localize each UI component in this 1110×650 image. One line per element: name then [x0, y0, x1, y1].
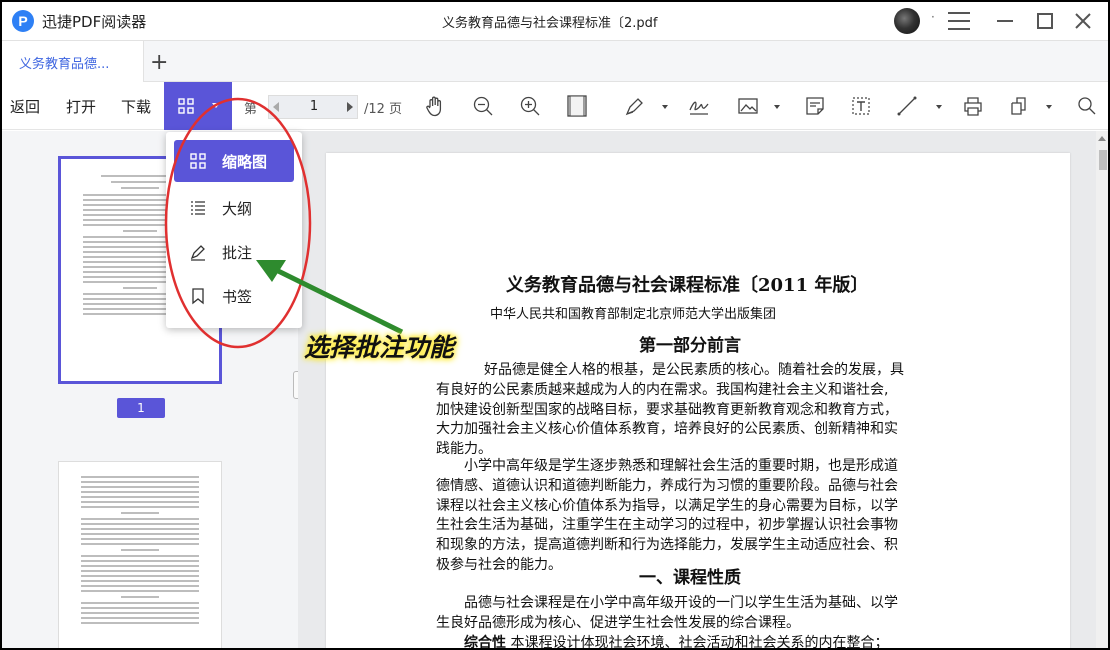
title-bar: P 迅捷PDF阅读器 义务教育品德与社会课程标准〔2.pdf ·	[2, 2, 1108, 40]
chevron-down-icon[interactable]	[774, 105, 780, 109]
text-line: 综合性 本课程设计体现社会环境、社会活动和社会关系的内在整合；	[436, 634, 898, 648]
document-viewport[interactable]: 义务教育品德与社会课程标准〔2011 年版〕 中华人民共和国教育部制定北京师范大…	[298, 131, 1108, 648]
app-name: 迅捷PDF阅读器	[42, 13, 147, 31]
menu-hamburger-icon[interactable]	[942, 6, 976, 36]
print-icon[interactable]	[962, 95, 984, 117]
note-icon[interactable]	[804, 95, 826, 117]
menu-item-thumbnails[interactable]: 缩略图	[174, 140, 294, 182]
page-number-badge: 1	[117, 398, 165, 418]
thumbnail-preview	[81, 476, 199, 627]
hand-tool-icon[interactable]	[424, 95, 446, 117]
pdf-reader-window: P 迅捷PDF阅读器 义务教育品德与社会课程标准〔2.pdf · 义务教育品德.…	[2, 2, 1108, 648]
scroll-up-icon[interactable]	[1098, 136, 1106, 141]
close-icon[interactable]	[1066, 6, 1100, 36]
thumbnail-grid-icon	[190, 153, 206, 169]
line-tool-icon[interactable]	[896, 95, 918, 117]
pen-annotate-icon	[190, 245, 205, 261]
page-number-input[interactable]: 1	[285, 96, 343, 118]
view-mode-button[interactable]	[164, 82, 232, 130]
user-avatar[interactable]	[894, 8, 920, 34]
signature-icon[interactable]	[688, 95, 710, 117]
view-mode-menu: 缩略图 大纲 批注 书签	[166, 132, 302, 328]
text-line: 大力加强社会主义核心价值体系教育，培养良好的公民素质、创新精神和实	[436, 421, 898, 438]
section-heading: 一、课程性质	[639, 568, 741, 588]
maximize-icon[interactable]	[1028, 6, 1062, 36]
text-line-tail: 本课程设计体现社会环境、社会活动和社会关系的内在整合；	[506, 634, 889, 648]
menu-item-annotations[interactable]: 批注	[174, 231, 294, 273]
account-dot-icon: ·	[931, 10, 935, 24]
back-button[interactable]: 返回	[10, 96, 40, 117]
text-box-icon[interactable]	[850, 95, 872, 117]
document-publisher: 中华人民共和国教育部制定北京师范大学出版集团	[490, 307, 777, 322]
menu-item-label: 缩略图	[222, 153, 268, 171]
annotation-callout: 选择批注功能	[304, 333, 455, 362]
text-line: 有良好的公民素质越来越成为人的内在需求。我国构建社会主义和谐社会,	[436, 381, 889, 398]
bold-term: 综合性	[464, 634, 506, 648]
open-button[interactable]: 打开	[66, 96, 96, 117]
scrollbar-thumb[interactable]	[1099, 150, 1107, 170]
page-total-label: /12 页	[364, 102, 403, 117]
page-stepper: 1	[268, 95, 358, 119]
zoom-out-icon[interactable]	[472, 95, 494, 117]
menu-item-label: 批注	[222, 244, 253, 262]
text-line: 课程以社会主义核心价值体系为指导，以满足学生的身心需要为目标，以学	[436, 497, 898, 514]
chevron-down-icon[interactable]	[936, 105, 942, 109]
fit-page-icon[interactable]	[566, 95, 588, 117]
menu-item-outline[interactable]: 大纲	[174, 187, 294, 229]
text-line: 和现象的方法，提高道德判断和行为选择能力，发展学生主动适应社会、积	[436, 537, 898, 554]
section-heading: 第一部分前言	[639, 336, 741, 356]
tab-document[interactable]: 义务教育品德...	[2, 41, 144, 82]
text-line: 生社会生活为基础，注重学生在主动学习的过程中，初步掌握认识社会事物	[436, 517, 898, 534]
search-icon[interactable]	[1076, 95, 1098, 117]
prev-page-icon[interactable]	[273, 102, 279, 112]
text-line: 小学中高年级是学生逐步熟悉和理解社会生活的重要时期，也是形成道	[464, 458, 898, 474]
thumbnail-grid-icon	[178, 98, 194, 114]
highlighter-icon[interactable]	[624, 95, 646, 117]
chevron-down-icon[interactable]	[662, 105, 668, 109]
vertical-scrollbar[interactable]	[1096, 131, 1108, 648]
document-page: 义务教育品德与社会课程标准〔2011 年版〕 中华人民共和国教育部制定北京师范大…	[326, 153, 1070, 648]
tab-bar: 义务教育品德... +	[2, 40, 1108, 82]
add-tab-button[interactable]: +	[150, 50, 168, 75]
text-line: 品德与社会课程是在小学中高年级开设的一门以学生生活为基础、以学	[464, 595, 898, 611]
document-title: 义务教育品德与社会课程标准〔2.pdf	[442, 16, 658, 31]
bookmark-icon	[192, 288, 204, 305]
toolbar: 返回 打开 下载 第 1 /12 页	[2, 82, 1108, 130]
page-prefix-label: 第	[244, 102, 258, 117]
menu-item-label: 大纲	[222, 200, 253, 218]
document-heading: 义务教育品德与社会课程标准〔2011 年版〕	[506, 275, 869, 296]
chevron-down-icon[interactable]	[1046, 105, 1052, 109]
paragraph: 品德与社会课程是在小学中高年级开设的一门以学生生活为基础、以学 生良好品德形成为…	[436, 594, 898, 648]
app-logo-icon: P	[12, 10, 34, 32]
share-icon[interactable]	[1008, 95, 1030, 117]
outline-list-icon	[191, 201, 205, 215]
chevron-down-icon	[212, 103, 220, 108]
next-page-icon[interactable]	[347, 102, 353, 112]
text-line: 加快建设创新型国家的战略目标，要求基础教育更新教育观念和教育方式，	[436, 401, 898, 418]
page-thumbnail-2[interactable]	[58, 461, 222, 648]
paragraph: 好品德是健全人格的根基，是公民素质的核心。随着社会的发展，具 有良好的公民素质越…	[436, 361, 904, 460]
menu-item-label: 书签	[222, 288, 253, 306]
zoom-in-icon[interactable]	[519, 95, 541, 117]
download-button[interactable]: 下载	[121, 96, 151, 117]
minimize-icon[interactable]	[988, 6, 1022, 36]
menu-item-bookmarks[interactable]: 书签	[174, 275, 294, 317]
text-line: 德情感、道德认识和道德判断能力，养成行为习惯的重要阶段。品德与社会	[436, 477, 898, 494]
paragraph: 小学中高年级是学生逐步熟悉和理解社会生活的重要时期，也是形成道 德情感、道德认识…	[436, 457, 898, 576]
image-icon[interactable]	[737, 95, 759, 117]
text-line: 生良好品德形成为核心、促进学生社会性发展的综合课程。	[436, 614, 800, 631]
text-line: 好品德是健全人格的根基，是公民素质的核心。随着社会的发展，具	[484, 362, 904, 378]
